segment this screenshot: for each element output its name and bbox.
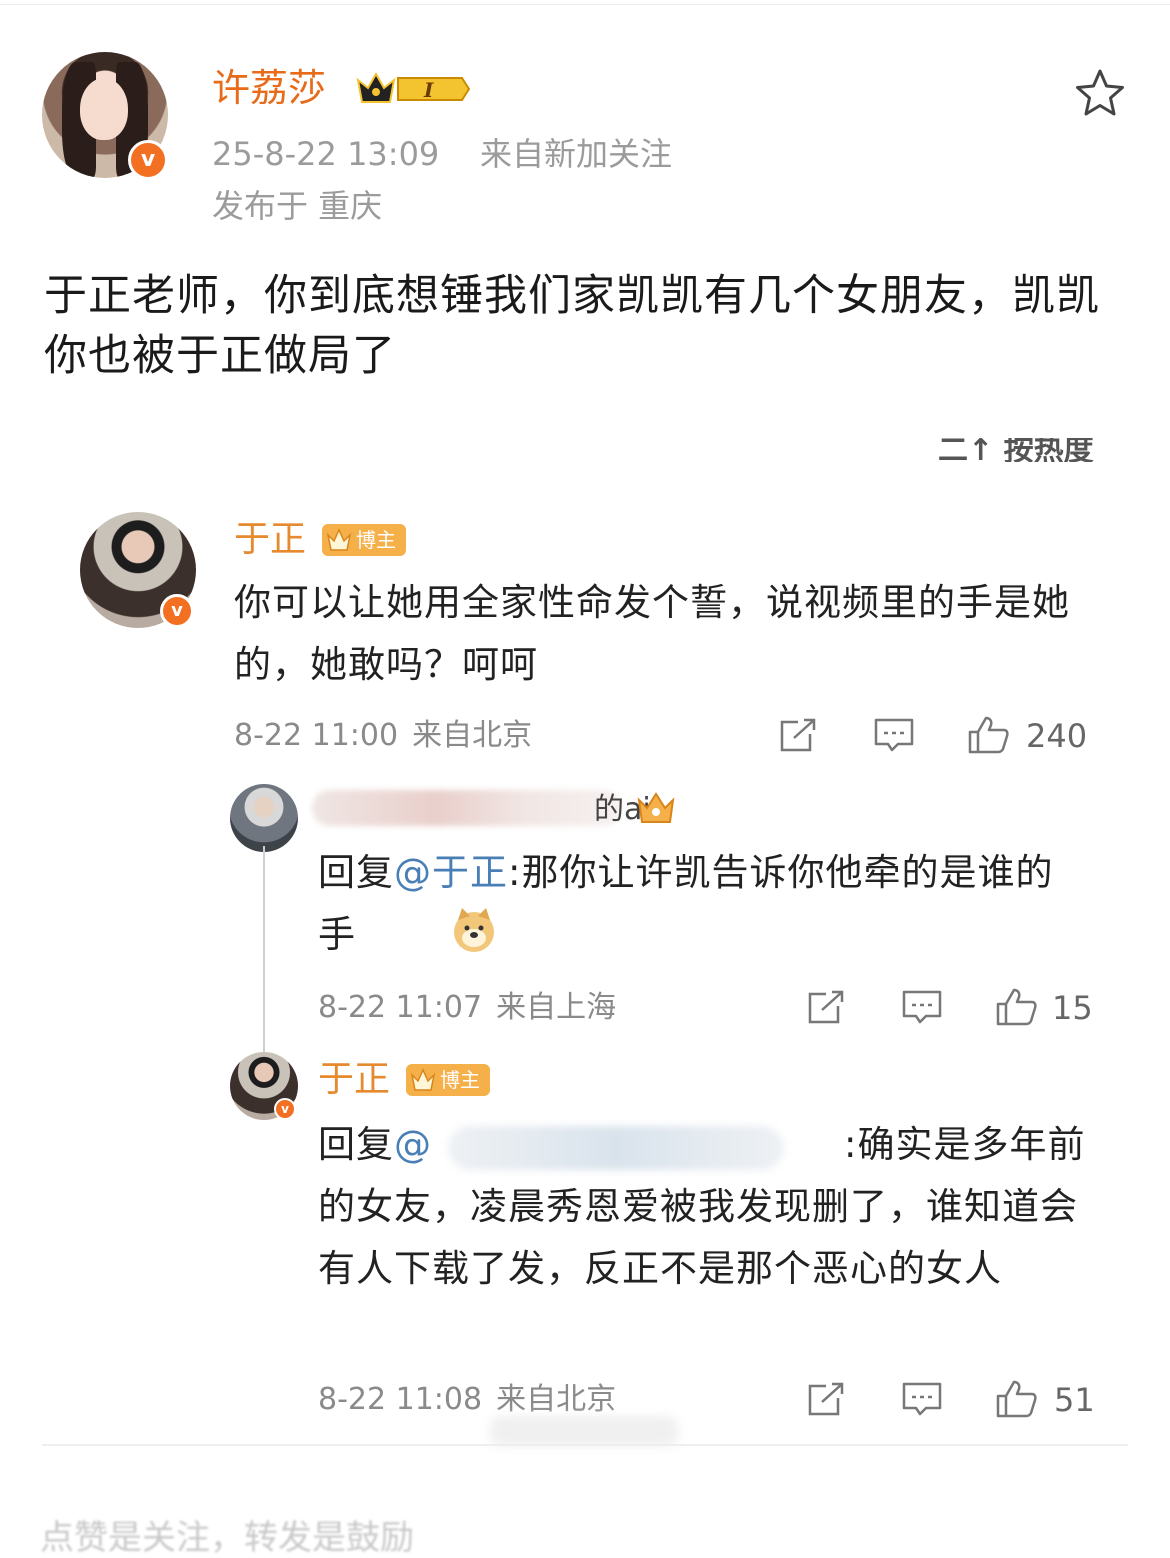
reply-mention[interactable]: @于正 xyxy=(394,851,508,894)
reply-meta: 8-22 11:08 来自北京 xyxy=(318,1380,616,1420)
doge-emoji-icon xyxy=(454,908,494,952)
host-badge: 博主 xyxy=(406,1064,490,1096)
share-icon[interactable] xyxy=(804,988,848,1028)
redacted-username xyxy=(312,790,622,826)
reply-mention[interactable]: @ xyxy=(394,1123,432,1166)
reply-text: 回复@于正:那你让许凯告诉你他牵的是谁的手 xyxy=(318,842,1078,966)
like-count: 15 xyxy=(1052,989,1093,1027)
level-crown-icon[interactable]: I xyxy=(354,68,470,110)
comment-source: 来自北京 xyxy=(412,718,533,753)
share-icon[interactable] xyxy=(804,1380,848,1420)
like-icon[interactable] xyxy=(994,986,1038,1026)
screenshot-bottom-border xyxy=(42,1444,1128,1446)
replier-avatar[interactable] xyxy=(230,784,298,852)
comment-time: 8-22 11:00 xyxy=(234,718,399,753)
crown-icon xyxy=(410,1068,436,1091)
like-count: 51 xyxy=(1054,1381,1095,1419)
post-location: 发布于 重庆 xyxy=(212,187,383,225)
reply-text: 回复@:确实是多年前的女友，凌晨秀恩爱被我发现删了，谁知道会有人下载了发，反正不… xyxy=(318,1114,1098,1300)
author-name[interactable]: 许荔莎 xyxy=(212,64,326,112)
host-badge-label: 博主 xyxy=(440,1068,480,1092)
sort-by-hot-label: 二↑ 按热度 xyxy=(938,438,1094,462)
verified-icon: v xyxy=(160,594,194,628)
reply-body: :确实是多年前的女友，凌晨秀恩爱被我发现删了，谁知道会有人下载了发，反正不是那个… xyxy=(318,1123,1086,1290)
verified-icon: v xyxy=(274,1098,296,1120)
comment-icon[interactable] xyxy=(900,1380,944,1420)
reply-time: 8-22 11:07 xyxy=(318,990,483,1025)
reply-time: 8-22 11:08 xyxy=(318,1382,483,1417)
post-source: 来自新加关注 xyxy=(480,135,673,173)
like-icon[interactable] xyxy=(966,714,1010,754)
reply-source: 来自上海 xyxy=(496,990,617,1025)
next-post-hint: 点赞是关注，转发是鼓励 xyxy=(40,1518,414,1558)
post-time: 25-8-22 13:09 xyxy=(212,135,440,173)
reply-prefix: 回复 xyxy=(318,851,394,894)
commenter-name[interactable]: 于正 xyxy=(234,518,306,562)
crown-icon xyxy=(326,528,352,551)
like-icon[interactable] xyxy=(994,1378,1038,1418)
host-badge-label: 博主 xyxy=(356,528,396,552)
comment-meta: 8-22 11:00 来自北京 xyxy=(234,716,532,756)
level-text: I xyxy=(423,78,434,102)
top-divider xyxy=(0,4,1170,5)
share-icon[interactable] xyxy=(776,716,820,756)
reply-meta: 8-22 11:07 来自上海 xyxy=(318,988,616,1028)
favorite-star-icon[interactable] xyxy=(1072,66,1128,122)
redacted-watermark xyxy=(490,1416,678,1446)
thread-connector xyxy=(263,846,265,1060)
reply-prefix: 回复 xyxy=(318,1123,394,1166)
comment-icon[interactable] xyxy=(872,716,916,756)
post-body: 于正老师，你到底想锤我们家凯凯有几个女朋友，凯凯你也被于正做局了 xyxy=(44,271,1100,381)
comment-icon[interactable] xyxy=(900,988,944,1028)
like-count: 240 xyxy=(1026,717,1088,755)
comment-text: 你可以让她用全家性命发个誓，说视频里的手是她的，她敢吗？呵呵 xyxy=(234,581,1070,686)
commenter-name[interactable]: 于正 xyxy=(318,1058,390,1102)
fan-crown-icon xyxy=(637,792,675,823)
verified-icon: v xyxy=(128,140,168,180)
reply-source: 来自北京 xyxy=(496,1382,617,1417)
avatar-face xyxy=(80,78,128,140)
host-badge: 博主 xyxy=(322,524,406,556)
